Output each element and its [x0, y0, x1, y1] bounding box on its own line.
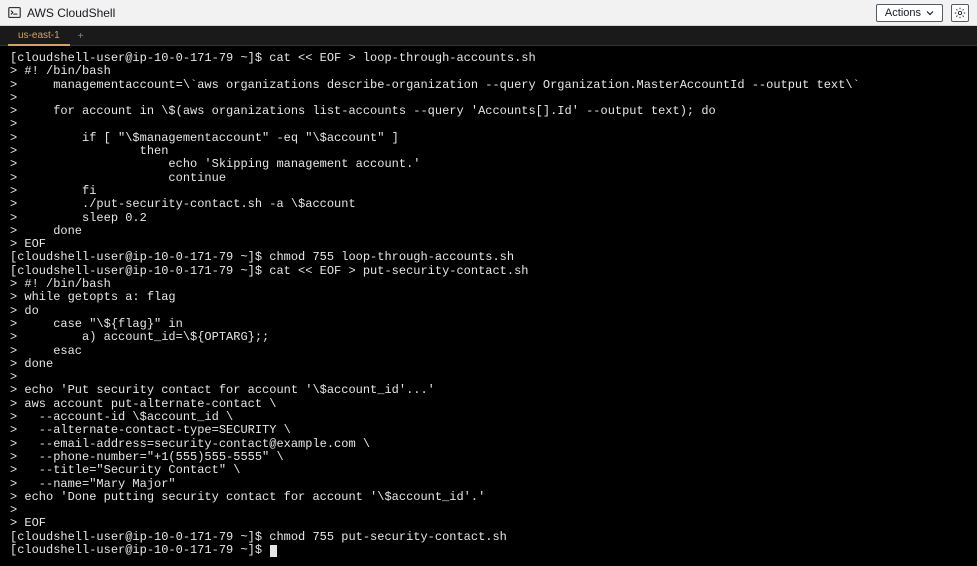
header-left: AWS CloudShell	[8, 6, 876, 20]
cloudshell-icon	[8, 6, 21, 19]
app-title: AWS CloudShell	[27, 6, 115, 20]
gear-icon	[954, 7, 966, 19]
tab-bar: us-east-1 +	[0, 26, 977, 46]
terminal-current-prompt: [cloudshell-user@ip-10-0-171-79 ~]$	[10, 543, 269, 557]
tab-region[interactable]: us-east-1	[8, 27, 70, 46]
actions-button[interactable]: Actions	[876, 4, 943, 22]
terminal-cursor	[270, 545, 277, 557]
terminal-output[interactable]: [cloudshell-user@ip-10-0-171-79 ~]$ cat …	[0, 46, 977, 566]
terminal-lines: [cloudshell-user@ip-10-0-171-79 ~]$ cat …	[10, 51, 860, 544]
header-right: Actions	[876, 4, 969, 22]
tab-label: us-east-1	[18, 30, 60, 41]
plus-icon: +	[78, 31, 84, 42]
caret-down-icon	[926, 10, 934, 16]
header-bar: AWS CloudShell Actions	[0, 0, 977, 26]
settings-button[interactable]	[951, 4, 969, 22]
actions-label: Actions	[885, 7, 921, 19]
tab-add-button[interactable]: +	[70, 28, 92, 45]
